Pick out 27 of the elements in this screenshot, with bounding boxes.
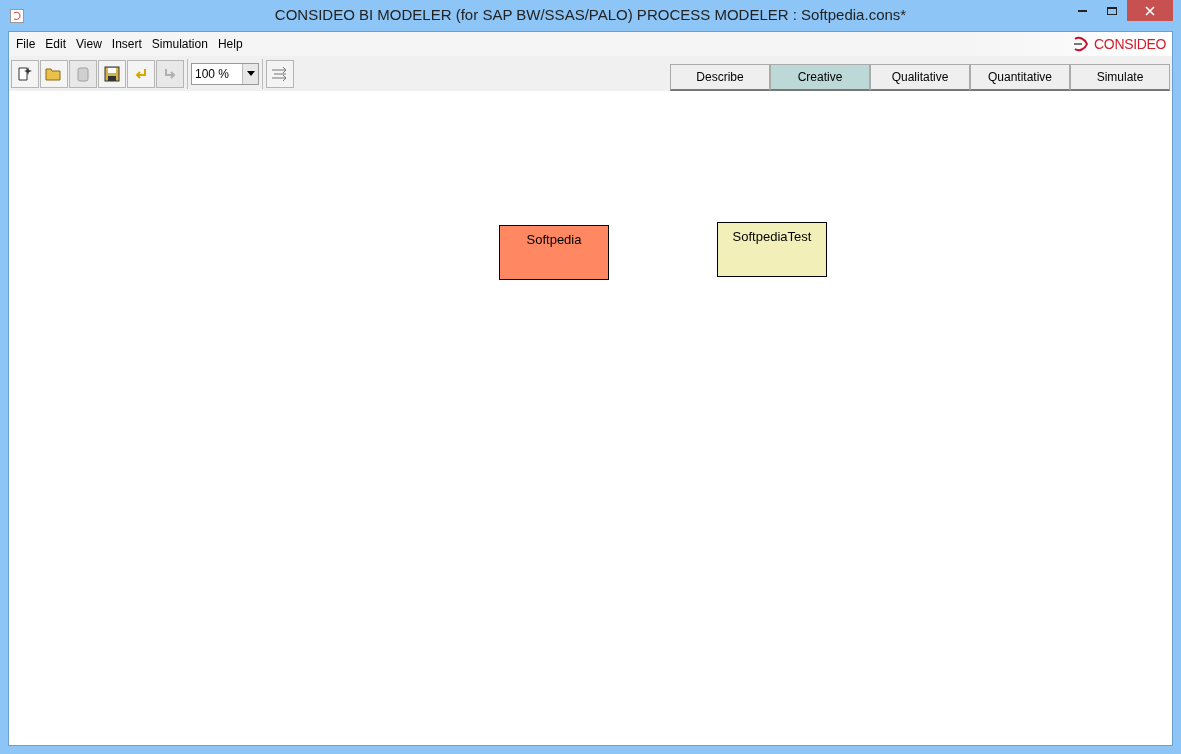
- mode-tab[interactable]: Simulate: [1070, 64, 1170, 91]
- menu-item[interactable]: Help: [213, 35, 247, 53]
- mode-tab[interactable]: Qualitative: [870, 64, 970, 91]
- diagram-node[interactable]: Softpedia: [499, 225, 609, 280]
- right-arrows-icon: [271, 66, 289, 81]
- brand-logo-icon: [1072, 36, 1091, 52]
- app-logo-icon: [10, 8, 24, 23]
- new-button[interactable]: [11, 59, 39, 88]
- diagram-node[interactable]: SoftpediaTest: [717, 222, 827, 277]
- close-icon: [1145, 5, 1155, 16]
- menu-item[interactable]: File: [12, 35, 40, 53]
- dropdown-caret-icon: [246, 71, 255, 76]
- mode-tab[interactable]: Creative: [770, 64, 870, 91]
- menu-item[interactable]: Edit: [41, 35, 71, 53]
- save-button[interactable]: [98, 59, 126, 88]
- new-document-icon: [17, 65, 33, 82]
- menu-item[interactable]: Simulation: [147, 35, 212, 53]
- window-title: CONSIDEO BI MODELER (for SAP BW/SSAS/PALO) PROCESS MODELER : Softpedia.cons*: [273, 5, 908, 26]
- zoom-dropdown[interactable]: 100 %: [191, 62, 259, 85]
- folder-icon: [45, 66, 63, 81]
- arrows-button[interactable]: [266, 59, 294, 88]
- brand-logo-text: CONSIDEO: [1094, 34, 1166, 54]
- open-button[interactable]: [40, 59, 68, 88]
- mode-tab[interactable]: Quantitative: [970, 64, 1070, 91]
- menu-item[interactable]: View: [72, 35, 106, 53]
- menu-item[interactable]: Insert: [107, 35, 146, 53]
- mode-tab[interactable]: Describe: [670, 64, 770, 91]
